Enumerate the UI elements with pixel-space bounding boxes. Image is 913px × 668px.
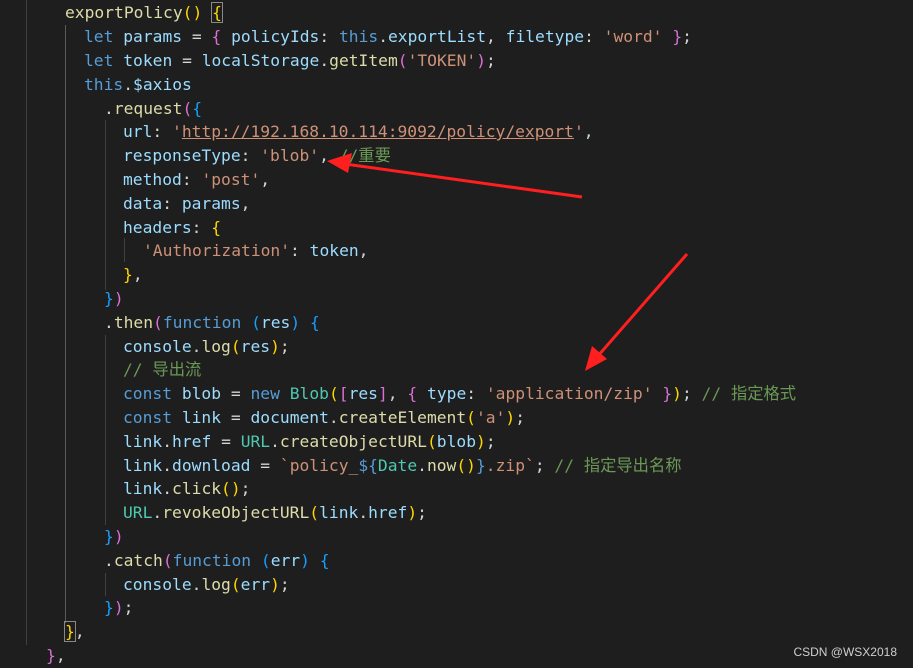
code-line[interactable]: }, [46,644,66,668]
code-line[interactable]: console.log(res); [123,335,290,359]
code-line[interactable]: const blob = new Blob([res], { type: 'ap… [123,382,796,406]
code-line[interactable]: link.click(); [123,477,250,501]
red-arrow-icon [585,253,689,371]
code-line[interactable]: .request({ [104,97,202,121]
code-line[interactable]: }); [104,596,133,620]
code-line[interactable]: console.log(err); [123,573,290,597]
code-line[interactable]: method: 'post', [123,168,270,192]
code-line[interactable]: data: params, [123,192,250,216]
indent-guide [65,25,66,623]
code-line[interactable]: }, [64,620,85,644]
code-line[interactable]: // 导出流 [123,358,201,382]
url-link[interactable]: http://192.168.10.114:9092/policy/export [182,122,574,141]
indent-guide [105,120,106,290]
code-line[interactable]: let token = localStorage.getItem('TOKEN'… [84,49,496,73]
code-line[interactable]: headers: { [123,216,221,240]
code-line[interactable]: .catch(function (err) { [104,549,330,573]
code-line[interactable]: exportPolicy() { [65,1,223,25]
indent-guide [105,335,106,525]
indent-guide [26,0,27,645]
code-line[interactable]: this.$axios [84,73,192,97]
code-line[interactable]: const link = document.createElement('a')… [123,406,525,430]
code-line[interactable]: }) [104,525,124,549]
code-line[interactable]: }, [123,263,143,287]
code-line[interactable]: URL.revokeObjectURL(link.href); [123,501,427,525]
code-line[interactable]: .then(function (res) { [104,311,320,335]
watermark: CSDN @WSX2018 [793,645,897,659]
code-line[interactable]: 'Authorization': token, [143,239,368,263]
code-line[interactable]: }) [104,287,124,311]
indent-guide [105,573,106,596]
code-line[interactable]: url: 'http://192.168.10.114:9092/policy/… [123,120,594,144]
code-line[interactable]: link.href = URL.createObjectURL(blob); [123,430,496,454]
method-name: exportPolicy [65,3,183,22]
code-line[interactable]: let params = { policyIds: this.exportLis… [84,25,692,49]
code-editor[interactable]: exportPolicy() { let params = { policyId… [0,0,913,667]
indent-guide [124,238,125,262]
code-line[interactable]: link.download = `policy_${Date.now()}.zi… [123,454,682,478]
code-line[interactable]: responseType: 'blob', //重要 [123,144,391,168]
